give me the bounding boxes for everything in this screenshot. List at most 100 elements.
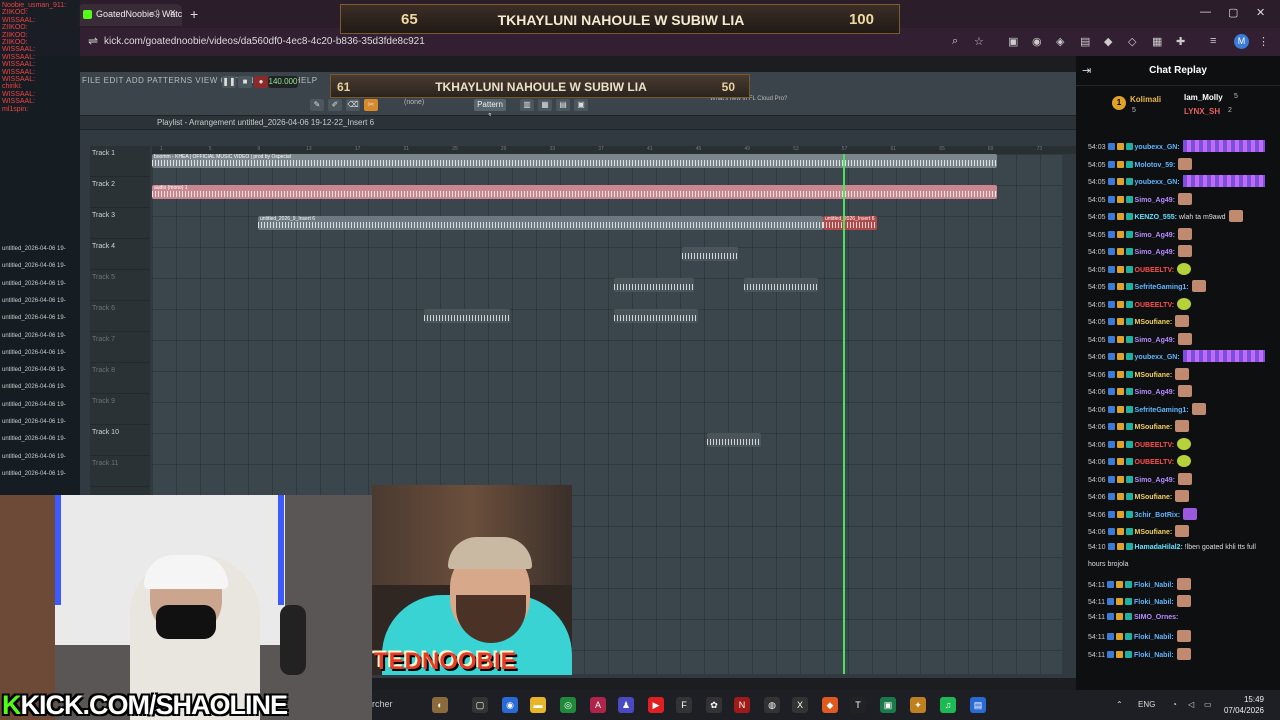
message-username[interactable]: SefriteGaming1: (1135, 407, 1189, 414)
chat-message[interactable]: 54:05 SefriteGaming1: (1088, 280, 1274, 292)
task-view-icon[interactable]: ▢ (472, 697, 488, 713)
message-username[interactable]: Floki_Nabil: (1134, 582, 1174, 589)
audio-clip[interactable]: untitled_2026_Insert 6 (823, 216, 877, 230)
app-icon[interactable]: ✿ (706, 697, 722, 713)
app-icon[interactable]: X (792, 697, 808, 713)
close-tab-icon[interactable]: × (170, 7, 176, 19)
chat-message[interactable]: 54:05 Simo_Ag49: (1088, 192, 1274, 205)
message-username[interactable]: KENZO_555: (1135, 214, 1177, 221)
gifter-name[interactable]: Kolimali (1130, 95, 1161, 104)
file-browser-item[interactable]: untitled_2026-04-06 19- (2, 471, 66, 477)
chat-message[interactable]: 54:11 Floki_Nabil: (1088, 647, 1274, 660)
extension-icon[interactable]: ◇ (1128, 35, 1136, 48)
profile-avatar[interactable]: M (1234, 34, 1249, 49)
pattern-selector[interactable]: Pattern 1 (474, 99, 506, 121)
message-username[interactable]: OUBEELTV: (1135, 442, 1175, 449)
message-username[interactable]: MSoufiane: (1135, 424, 1173, 431)
close-window-icon[interactable]: ✕ (1256, 6, 1265, 19)
file-browser-item[interactable]: untitled_2026-04-06 19- (2, 419, 66, 425)
message-username[interactable]: SefriteGaming1: (1135, 284, 1189, 291)
audio-clip[interactable]: audio (mono) 1 (152, 185, 997, 199)
track-header[interactable]: Track 7 (90, 332, 150, 363)
track-header[interactable]: Track 5 (90, 270, 150, 301)
snap-selector[interactable]: (none) (404, 99, 424, 106)
message-username[interactable]: MSoufiane: (1135, 372, 1173, 379)
piano-roll-icon[interactable]: ▤ (556, 99, 570, 111)
gifter-name[interactable]: LYNX_SH (1184, 107, 1220, 116)
chat-message[interactable]: 54:11 Floki_Nabil: (1088, 595, 1274, 607)
message-username[interactable]: youbexx_GN: (1135, 144, 1180, 151)
extension-icon[interactable]: ▦ (1152, 35, 1162, 48)
record-button[interactable]: ● (254, 76, 268, 88)
taskbar-search[interactable]: rcher (372, 699, 393, 709)
chat-message[interactable]: 54:06 MSoufiane: (1088, 525, 1274, 537)
message-username[interactable]: MSoufiane: (1135, 529, 1173, 536)
chat-message[interactable]: hours brojola (1088, 560, 1274, 569)
message-username[interactable]: MSoufiane: (1135, 319, 1173, 326)
track-header[interactable]: Track 6 (90, 301, 150, 332)
chat-message[interactable]: 54:03 youbexx_GN: (1088, 140, 1274, 152)
chat-message[interactable]: 54:06 MSoufiane: (1088, 490, 1274, 502)
chat-message[interactable]: 54:06 MSoufiane: (1088, 420, 1274, 432)
chat-message[interactable]: 54:06 OUBEELTV: (1088, 455, 1274, 467)
file-browser-item[interactable]: untitled_2026-04-06 19- (2, 350, 66, 356)
playhead[interactable] (843, 154, 845, 674)
media-controls-icon[interactable]: ≡ (1210, 35, 1216, 47)
teams-icon[interactable]: ♟ (618, 697, 634, 713)
audio-clip[interactable] (424, 309, 510, 323)
chat-message[interactable]: 54:05 Simo_Ag49: (1088, 332, 1274, 345)
gifter-name[interactable]: Iam_Molly (1184, 93, 1223, 102)
new-tab-button[interactable]: + (190, 6, 198, 22)
chat-message[interactable]: 54:05 Molotov_59: (1088, 157, 1274, 170)
maximize-icon[interactable]: ▢ (1228, 6, 1238, 19)
message-username[interactable]: Molotov_59: (1135, 162, 1176, 169)
app-icon[interactable]: ▣ (880, 697, 896, 713)
file-browser-item[interactable]: untitled_2026-04-06 19- (2, 367, 66, 373)
audio-clip[interactable]: untitled_2026_9_Insert 6 (258, 216, 823, 230)
chat-message[interactable]: 54:06 MSoufiane: (1088, 367, 1274, 380)
chat-message[interactable]: 54:11 SIMO_Ornes: (1088, 612, 1274, 622)
extension-icon[interactable]: ◆ (1104, 35, 1112, 48)
chat-message[interactable]: 54:06 Simo_Ag49: (1088, 385, 1274, 397)
audio-clip[interactable] (744, 278, 818, 292)
track-header[interactable]: Track 3 (90, 208, 150, 239)
file-explorer-icon[interactable]: ▬ (530, 697, 546, 713)
message-username[interactable]: Simo_Ag49: (1135, 232, 1175, 239)
track-header[interactable]: Track 2 (90, 177, 150, 208)
message-username[interactable]: youbexx_GN: (1135, 179, 1180, 186)
file-browser-item[interactable]: untitled_2026-04-06 19- (2, 263, 66, 269)
fl-studio-icon[interactable]: ✦ (910, 697, 926, 713)
site-info-icon[interactable]: ⇌ (88, 34, 98, 48)
audio-clip[interactable]: boomm - KHEA | OFFICIAL MUSIC VIDEO | pr… (152, 154, 997, 168)
netflix-icon[interactable]: N (734, 697, 750, 713)
track-header[interactable]: Track 1 (90, 146, 150, 177)
file-browser-item[interactable]: untitled_2026-04-06 19- (2, 246, 66, 252)
browser-icon[interactable]: ▣ (574, 99, 588, 111)
audio-clip[interactable] (614, 309, 698, 323)
browser-tab[interactable]: GoatedNoobie - Watch the ◁) × (78, 4, 182, 26)
spotify-icon[interactable]: ♫ (940, 697, 956, 713)
chat-message[interactable]: 54:10 HamadaHilal2: !lben goated khli tts… (1088, 542, 1274, 552)
track-header[interactable]: Track 10 (90, 425, 150, 456)
track-header[interactable]: Track 11 (90, 456, 150, 487)
app-icon[interactable]: A (590, 697, 606, 713)
chat-message[interactable]: 54:11 Floki_Nabil: (1088, 630, 1274, 642)
mute-icon[interactable]: ◁) (150, 8, 160, 19)
bookmark-star-icon[interactable]: ☆ (974, 35, 984, 48)
file-browser-item[interactable]: untitled_2026-04-06 19- (2, 315, 66, 321)
tempo-display[interactable]: 140.000 (268, 76, 298, 88)
message-username[interactable]: Simo_Ag49: (1135, 477, 1175, 484)
chat-message[interactable]: 54:06 youbexx_GN: (1088, 350, 1274, 362)
tool-delete-icon[interactable]: ⌫ (346, 99, 360, 111)
message-username[interactable]: Simo_Ag49: (1135, 389, 1175, 396)
mixer-icon[interactable]: ▥ (520, 99, 534, 111)
minimize-icon[interactable]: — (1200, 6, 1211, 18)
message-username[interactable]: Floki_Nabil: (1134, 652, 1174, 659)
timeline-ruler[interactable]: 1 5 9 13 17 21 25 29 33 37 41 45 49 53 57 61 65 69 73 (152, 146, 1076, 154)
message-username[interactable]: SIMO_Ornes: (1134, 614, 1178, 621)
chat-message[interactable]: 54:06 SefriteGaming1: (1088, 402, 1274, 415)
message-username[interactable]: Floki_Nabil: (1134, 634, 1174, 641)
app-icon[interactable]: F (676, 697, 692, 713)
wifi-icon[interactable]: ◔ (1172, 700, 1177, 709)
extension-icon[interactable]: ▣ (1008, 35, 1018, 48)
